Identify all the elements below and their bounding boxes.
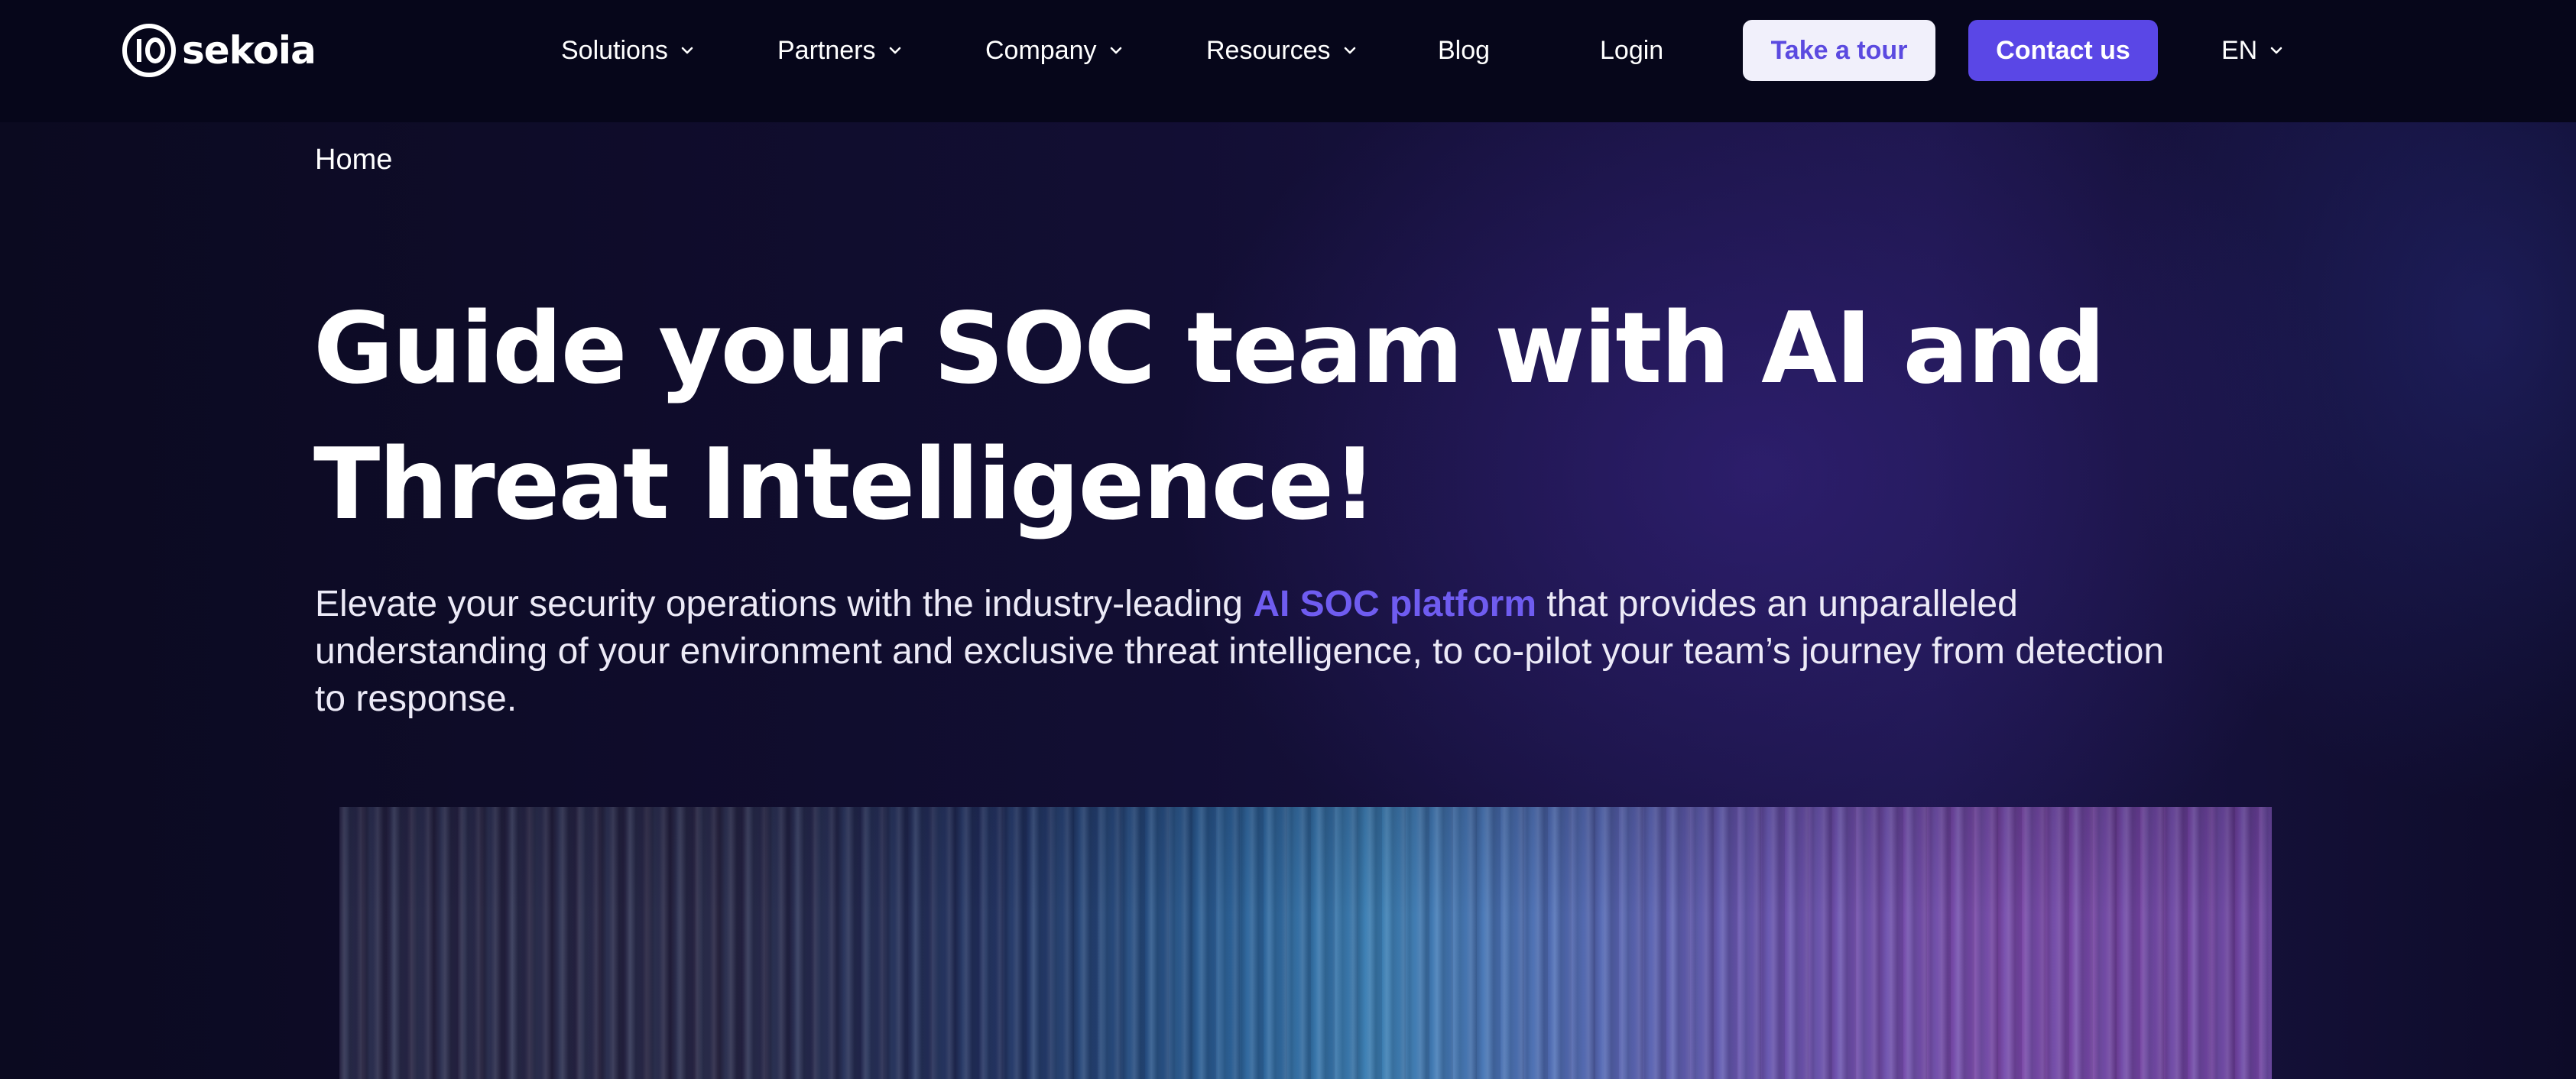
chevron-down-icon: [2270, 47, 2282, 54]
io-ring-logo-icon: [122, 24, 176, 77]
hero-subtitle-text-start: Elevate your security operations with th…: [315, 584, 1254, 624]
nav-partners[interactable]: Partners: [777, 29, 904, 72]
nav-resources[interactable]: Resources: [1206, 29, 1358, 72]
chevron-down-icon: [1344, 47, 1355, 54]
take-a-tour-button[interactable]: Take a tour: [1743, 20, 1935, 81]
chevron-down-icon: [1110, 47, 1121, 54]
nav-solutions[interactable]: Solutions: [561, 29, 696, 72]
nav-login[interactable]: Login: [1600, 29, 1663, 72]
nav-login-label: Login: [1600, 35, 1664, 65]
page: sekoia Solutions Partners Company Resour…: [0, 0, 2576, 1079]
top-navigation-bar: sekoia Solutions Partners Company Resour…: [0, 0, 2576, 122]
nav-company-label: Company: [985, 35, 1097, 65]
breadcrumb-home[interactable]: Home: [315, 144, 392, 177]
nav-partners-label: Partners: [777, 35, 876, 65]
brand-name: sekoia: [182, 28, 316, 73]
nav-blog-label: Blog: [1438, 35, 1491, 65]
nav-solutions-label: Solutions: [561, 35, 668, 65]
ai-soc-platform-link[interactable]: AI SOC platform: [1253, 584, 1536, 624]
language-label: EN: [2221, 35, 2258, 65]
hero-title-line-2: Threat Intelligence!: [313, 428, 1377, 542]
nav-company[interactable]: Company: [985, 29, 1124, 72]
brand-logo[interactable]: sekoia: [121, 21, 316, 79]
hero-title-line-1: Guide your SOC team with AI and: [313, 292, 2105, 406]
hero-media-visual: [339, 807, 2272, 1079]
chevron-down-icon: [889, 47, 900, 54]
contact-us-button[interactable]: Contact us: [1968, 20, 2158, 81]
hero-title: Guide your SOC team with AI and Threat I…: [313, 281, 2301, 553]
hero-subtitle: Elevate your security operations with th…: [315, 581, 2180, 723]
nav-resources-label: Resources: [1206, 35, 1331, 65]
nav-blog[interactable]: Blog: [1438, 29, 1490, 72]
language-selector[interactable]: EN: [2221, 29, 2285, 72]
chevron-down-icon: [681, 47, 693, 54]
hero-media-overlay: [339, 807, 2272, 1079]
